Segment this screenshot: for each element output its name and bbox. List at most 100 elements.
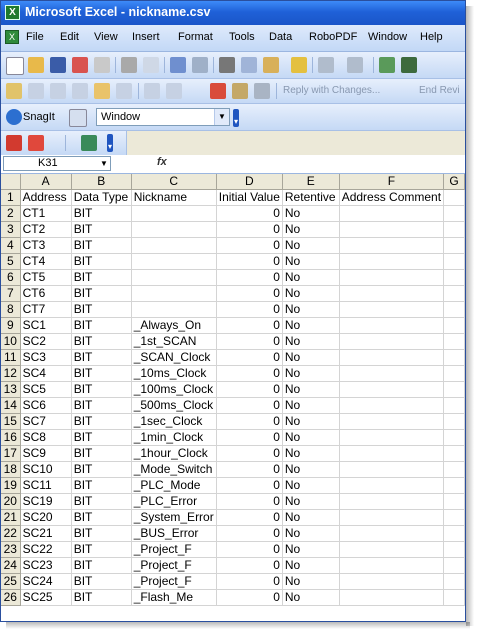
compare-icon[interactable] xyxy=(254,83,270,99)
cell[interactable]: BIT xyxy=(71,205,132,222)
cell[interactable]: Address Comment xyxy=(339,189,445,206)
column-header-a[interactable]: A xyxy=(20,174,72,190)
cell[interactable]: No xyxy=(282,525,340,542)
cell[interactable]: BIT xyxy=(71,285,132,302)
cell[interactable] xyxy=(443,205,465,222)
cell[interactable]: _Mode_Switch xyxy=(131,461,217,478)
snagit-options-icon[interactable] xyxy=(69,109,87,127)
cell[interactable]: SC19 xyxy=(20,493,72,510)
cell[interactable]: _1st_SCAN xyxy=(131,333,217,350)
menu-edit[interactable]: Edit xyxy=(60,31,79,43)
cell[interactable]: _System_Error xyxy=(131,509,217,526)
cell[interactable]: _1hour_Clock xyxy=(131,445,217,462)
end-review-button[interactable]: End Revi xyxy=(419,85,460,96)
cell[interactable]: No xyxy=(282,237,340,254)
print-preview-icon[interactable] xyxy=(143,57,159,73)
column-header-g[interactable]: G xyxy=(443,174,465,190)
convert-and-email-icon[interactable] xyxy=(28,135,44,151)
toolbar-options-grip[interactable]: ▾ xyxy=(233,109,239,127)
cell[interactable] xyxy=(443,189,465,206)
cell[interactable]: SC10 xyxy=(20,461,72,478)
cell[interactable]: BIT xyxy=(71,525,132,542)
cell[interactable] xyxy=(339,525,445,542)
cell[interactable]: 0 xyxy=(216,557,283,574)
cell[interactable]: 0 xyxy=(216,589,283,606)
cell[interactable]: No xyxy=(282,333,340,350)
menu-data[interactable]: Data xyxy=(269,31,292,43)
snagit-button[interactable]: SnagIt xyxy=(23,111,55,123)
cell[interactable]: CT3 xyxy=(20,237,72,254)
copy-icon[interactable] xyxy=(241,57,257,73)
cell[interactable] xyxy=(443,541,465,558)
cell[interactable]: CT5 xyxy=(20,269,72,286)
row-header[interactable]: 25 xyxy=(1,573,21,590)
cell[interactable]: No xyxy=(282,541,340,558)
cell[interactable] xyxy=(443,397,465,414)
cell[interactable]: No xyxy=(282,429,340,446)
cell[interactable]: CT1 xyxy=(20,205,72,222)
cell[interactable]: _PLC_Error xyxy=(131,493,217,510)
cell[interactable] xyxy=(339,557,445,574)
cell[interactable]: _500ms_Clock xyxy=(131,397,217,414)
row-header[interactable]: 11 xyxy=(1,349,21,366)
cell[interactable] xyxy=(443,445,465,462)
cell[interactable]: _1min_Clock xyxy=(131,429,217,446)
cell[interactable]: 0 xyxy=(216,269,283,286)
column-header-e[interactable]: E xyxy=(282,174,340,190)
cell[interactable] xyxy=(339,509,445,526)
cell[interactable] xyxy=(339,493,445,510)
undo-icon[interactable] xyxy=(318,57,334,73)
cell[interactable]: No xyxy=(282,349,340,366)
save-icon[interactable] xyxy=(50,57,66,73)
cell[interactable]: No xyxy=(282,573,340,590)
cell[interactable]: 0 xyxy=(216,381,283,398)
cell[interactable]: CT6 xyxy=(20,285,72,302)
cell[interactable]: 0 xyxy=(216,285,283,302)
cell[interactable]: BIT xyxy=(71,573,132,590)
cell[interactable]: BIT xyxy=(71,365,132,382)
cell[interactable] xyxy=(339,237,445,254)
cell[interactable]: SC21 xyxy=(20,525,72,542)
menu-format[interactable]: Format xyxy=(178,31,213,43)
cell[interactable] xyxy=(339,253,445,270)
cell[interactable] xyxy=(131,285,217,302)
cell[interactable]: 0 xyxy=(216,477,283,494)
cell[interactable] xyxy=(443,509,465,526)
cell[interactable]: Initial Value xyxy=(216,189,283,206)
send-review-icon[interactable] xyxy=(232,83,248,99)
cell[interactable] xyxy=(339,381,445,398)
cell[interactable] xyxy=(339,445,445,462)
cell[interactable]: 0 xyxy=(216,509,283,526)
cell[interactable]: BIT xyxy=(71,237,132,254)
cell[interactable]: _1sec_Clock xyxy=(131,413,217,430)
menu-file[interactable]: File xyxy=(26,31,44,43)
select-all-corner[interactable] xyxy=(1,174,21,190)
cell[interactable]: No xyxy=(282,413,340,430)
column-header-d[interactable]: D xyxy=(216,174,283,190)
cell[interactable]: SC8 xyxy=(20,429,72,446)
row-header[interactable]: 17 xyxy=(1,445,21,462)
row-header[interactable]: 20 xyxy=(1,493,21,510)
cell[interactable]: BIT xyxy=(71,349,132,366)
cell[interactable] xyxy=(339,205,445,222)
cell[interactable]: No xyxy=(282,477,340,494)
cell[interactable]: 0 xyxy=(216,301,283,318)
cell[interactable]: 0 xyxy=(216,237,283,254)
row-header[interactable]: 18 xyxy=(1,461,21,478)
cell[interactable]: SC4 xyxy=(20,365,72,382)
worksheet-grid[interactable]: A B C D E F G 1 Address Data Type Nickname I… xyxy=(1,174,465,621)
cell[interactable]: 0 xyxy=(216,253,283,270)
cell[interactable]: SC20 xyxy=(20,509,72,526)
cell[interactable]: 0 xyxy=(216,445,283,462)
cell[interactable]: SC24 xyxy=(20,573,72,590)
cell[interactable] xyxy=(339,333,445,350)
cell[interactable]: 0 xyxy=(216,461,283,478)
row-header[interactable]: 4 xyxy=(1,237,21,254)
column-header-c[interactable]: C xyxy=(131,174,217,190)
cell[interactable] xyxy=(131,237,217,254)
cell[interactable]: SC22 xyxy=(20,541,72,558)
snagit-icon[interactable] xyxy=(6,109,22,125)
cell[interactable]: BIT xyxy=(71,253,132,270)
row-header[interactable]: 7 xyxy=(1,285,21,302)
chevron-down-icon[interactable]: ▼ xyxy=(98,157,110,170)
